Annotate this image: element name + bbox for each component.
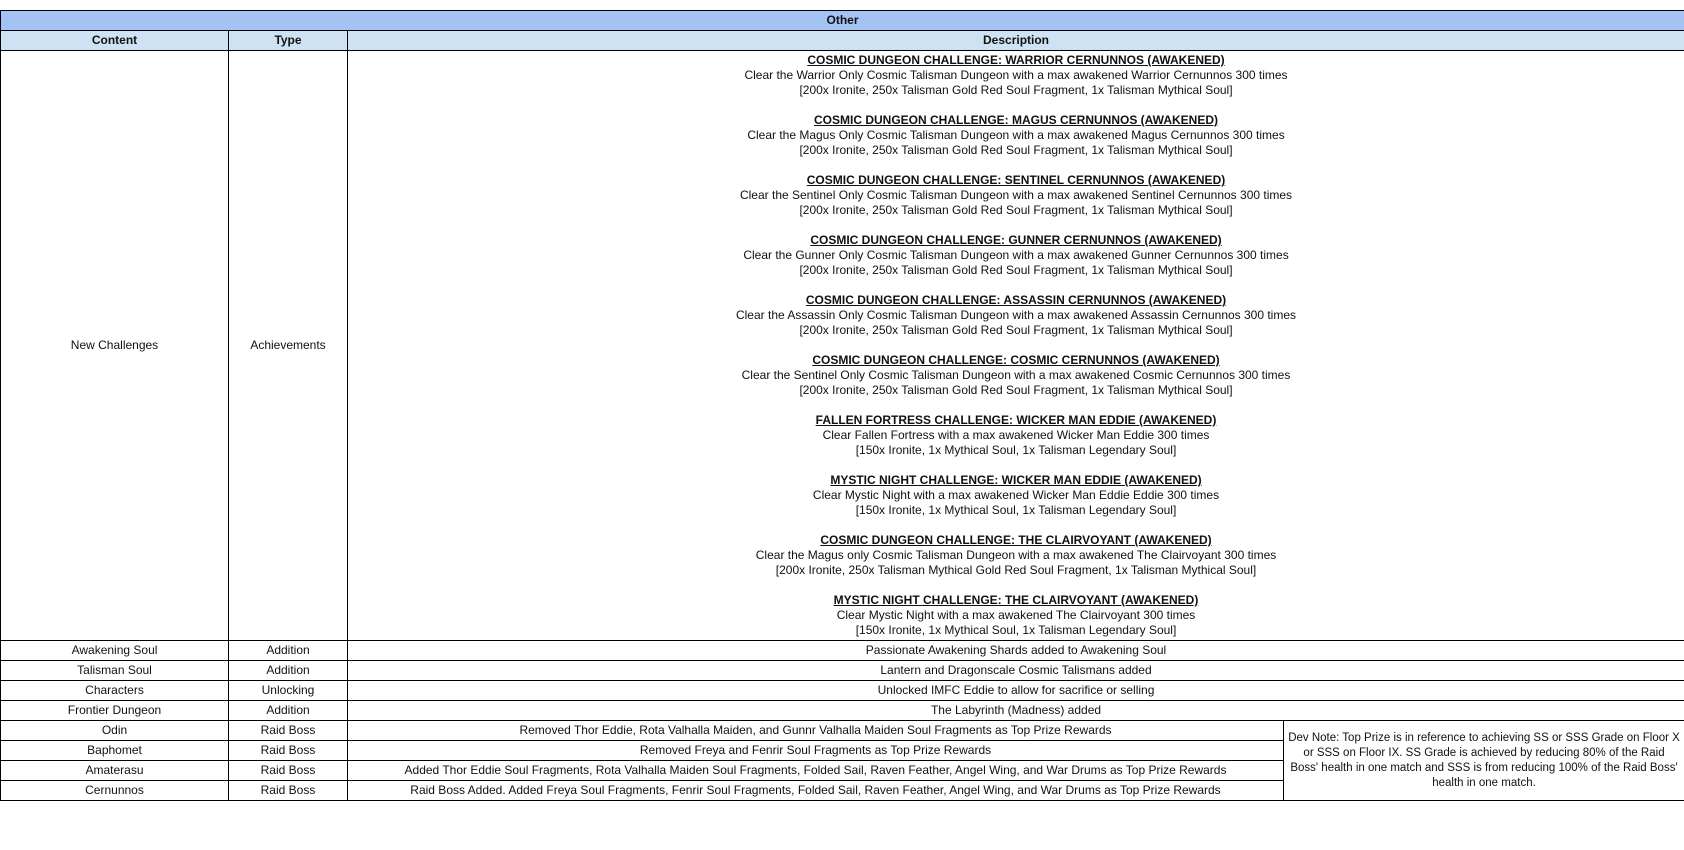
header-description: Description <box>346 30 1684 51</box>
challenge-reward: [150x Ironite, 1x Mythical Soul, 1x Tali… <box>855 443 1177 457</box>
challenge-reward: [150x Ironite, 1x Mythical Soul, 1x Tali… <box>855 503 1177 517</box>
challenge-reward: [200x Ironite, 250x Talisman Mythical Go… <box>775 563 1257 577</box>
row-content: Baphomet <box>0 740 229 761</box>
challenges-content-cell: New Challenges <box>0 50 229 641</box>
challenge-text: Clear the Warrior Only Cosmic Talisman D… <box>744 68 1288 82</box>
row-content: Talisman Soul <box>0 660 229 681</box>
challenge-reward: [200x Ironite, 250x Talisman Gold Red So… <box>799 323 1233 337</box>
row-content: Cernunnos <box>0 780 229 801</box>
row-content: Characters <box>0 680 229 701</box>
challenge-reward: [200x Ironite, 250x Talisman Gold Red So… <box>799 143 1233 157</box>
row-content: Awakening Soul <box>0 640 229 661</box>
challenge-text: Clear Mystic Night with a max awakened W… <box>812 488 1220 502</box>
challenge-reward: [200x Ironite, 250x Talisman Gold Red So… <box>799 203 1233 217</box>
row-type: Raid Boss <box>228 720 348 741</box>
challenge-item: MYSTIC NIGHT CHALLENGE: THE CLAIRVOYANT … <box>351 593 1681 638</box>
table-row: Frontier Dungeon Addition The Labyrinth … <box>0 700 1684 721</box>
row-content: Amaterasu <box>0 760 229 781</box>
changelog-table: Other Content Type Description New Chall… <box>0 10 1684 801</box>
row-description: Lantern and Dragonscale Cosmic Talismans… <box>346 660 1684 681</box>
challenge-title: COSMIC DUNGEON CHALLENGE: MAGUS CERNUNNO… <box>814 113 1219 127</box>
challenge-text: Clear Fallen Fortress with a max awakene… <box>822 428 1210 442</box>
challenge-text: Clear Mystic Night with a max awakened T… <box>836 608 1196 622</box>
challenge-title: COSMIC DUNGEON CHALLENGE: THE CLAIRVOYAN… <box>820 533 1212 547</box>
row-description: Removed Thor Eddie, Rota Valhalla Maiden… <box>347 720 1284 741</box>
table-row: Talisman Soul Addition Lantern and Drago… <box>0 660 1684 681</box>
table-title: Other <box>0 10 1684 31</box>
row-type: Raid Boss <box>228 780 348 801</box>
challenge-text: Clear the Gunner Only Cosmic Talisman Du… <box>743 248 1289 262</box>
challenge-title: COSMIC DUNGEON CHALLENGE: COSMIC CERNUNN… <box>812 353 1220 367</box>
challenge-reward: [200x Ironite, 250x Talisman Gold Red So… <box>799 383 1233 397</box>
challenge-reward: [200x Ironite, 250x Talisman Gold Red So… <box>799 263 1233 277</box>
row-description: Added Thor Eddie Soul Fragments, Rota Va… <box>347 760 1284 781</box>
row-type: Addition <box>228 640 348 661</box>
challenge-reward: [200x Ironite, 250x Talisman Gold Red So… <box>799 83 1233 97</box>
challenge-reward: [150x Ironite, 1x Mythical Soul, 1x Tali… <box>855 623 1177 637</box>
row-type: Unlocking <box>228 680 348 701</box>
row-content: Odin <box>0 720 229 741</box>
row-description: The Labyrinth (Madness) added <box>346 700 1684 721</box>
row-type: Raid Boss <box>228 760 348 781</box>
challenge-item: COSMIC DUNGEON CHALLENGE: ASSASSIN CERNU… <box>351 293 1681 338</box>
table-row: Characters Unlocking Unlocked IMFC Eddie… <box>0 680 1684 701</box>
challenge-item: FALLEN FORTRESS CHALLENGE: WICKER MAN ED… <box>351 413 1681 458</box>
challenge-item: COSMIC DUNGEON CHALLENGE: GUNNER CERNUNN… <box>351 233 1681 278</box>
row-description: Raid Boss Added. Added Freya Soul Fragme… <box>347 780 1284 801</box>
challenge-item: COSMIC DUNGEON CHALLENGE: SENTINEL CERNU… <box>351 173 1681 218</box>
challenge-title: MYSTIC NIGHT CHALLENGE: THE CLAIRVOYANT … <box>833 593 1199 607</box>
challenge-item: COSMIC DUNGEON CHALLENGE: WARRIOR CERNUN… <box>351 53 1681 98</box>
challenge-text: Clear the Sentinel Only Cosmic Talisman … <box>739 188 1293 202</box>
challenge-text: Clear the Assassin Only Cosmic Talisman … <box>735 308 1297 322</box>
challenge-item: COSMIC DUNGEON CHALLENGE: MAGUS CERNUNNO… <box>351 113 1681 158</box>
challenge-text: Clear the Sentinel Only Cosmic Talisman … <box>741 368 1291 382</box>
row-description: Passionate Awakening Shards added to Awa… <box>346 640 1684 661</box>
table-row: Odin Raid Boss Removed Thor Eddie, Rota … <box>0 720 1684 801</box>
row-description: Removed Freya and Fenrir Soul Fragments … <box>347 740 1284 761</box>
row-type: Raid Boss <box>228 740 348 761</box>
challenge-title: COSMIC DUNGEON CHALLENGE: ASSASSIN CERNU… <box>805 293 1227 307</box>
row-type: Addition <box>228 660 348 681</box>
row-description: Unlocked IMFC Eddie to allow for sacrifi… <box>346 680 1684 701</box>
challenge-text: Clear the Magus Only Cosmic Talisman Dun… <box>747 128 1285 142</box>
challenge-title: MYSTIC NIGHT CHALLENGE: WICKER MAN EDDIE… <box>830 473 1202 487</box>
challenges-type-cell: Achievements <box>228 50 348 641</box>
row-content: Frontier Dungeon <box>0 700 229 721</box>
challenge-title: COSMIC DUNGEON CHALLENGE: SENTINEL CERNU… <box>806 173 1226 187</box>
challenge-text: Clear the Magus only Cosmic Talisman Dun… <box>755 548 1277 562</box>
header-type: Type <box>228 30 348 51</box>
header-content: Content <box>0 30 229 51</box>
table-row: Awakening Soul Addition Passionate Awake… <box>0 640 1684 661</box>
challenge-title: COSMIC DUNGEON CHALLENGE: GUNNER CERNUNN… <box>810 233 1222 247</box>
challenge-item: COSMIC DUNGEON CHALLENGE: COSMIC CERNUNN… <box>351 353 1681 398</box>
challenge-item: MYSTIC NIGHT CHALLENGE: WICKER MAN EDDIE… <box>351 473 1681 518</box>
challenge-title: COSMIC DUNGEON CHALLENGE: WARRIOR CERNUN… <box>807 53 1225 67</box>
challenge-item: COSMIC DUNGEON CHALLENGE: THE CLAIRVOYAN… <box>351 533 1681 578</box>
dev-note: Dev Note: Top Prize is in reference to a… <box>1282 720 1684 801</box>
challenges-description-cell: COSMIC DUNGEON CHALLENGE: WARRIOR CERNUN… <box>346 50 1684 641</box>
challenge-title: FALLEN FORTRESS CHALLENGE: WICKER MAN ED… <box>815 413 1217 427</box>
row-type: Addition <box>228 700 348 721</box>
